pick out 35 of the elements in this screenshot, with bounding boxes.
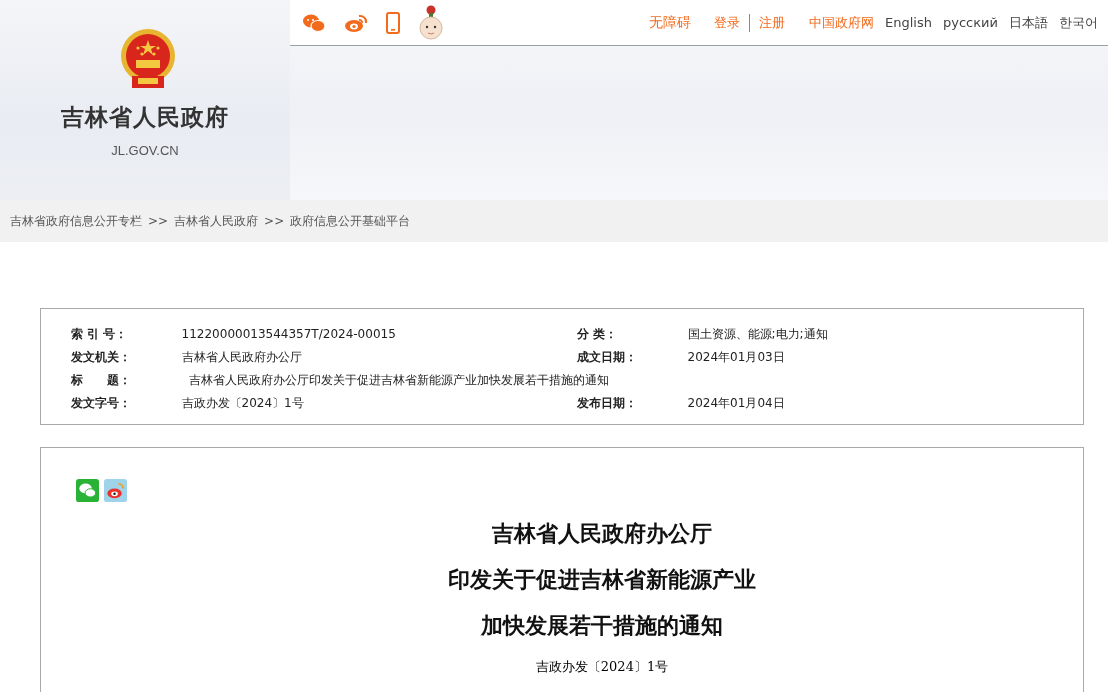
wechat-share-icon[interactable] bbox=[76, 479, 99, 502]
info-value: 2024年01月04日 bbox=[687, 394, 786, 412]
info-value: 吉林省人民政府办公厅印发关于促进吉林省新能源产业加快发展若干措施的通知 bbox=[189, 371, 609, 389]
info-label: 成文日期： bbox=[577, 348, 638, 366]
document-number: 吉政办发〔2024〕1号 bbox=[535, 658, 669, 676]
breadcrumb-link[interactable]: 吉林省政府信息公开专栏 bbox=[10, 212, 142, 230]
info-label: 发布日期： bbox=[577, 394, 638, 412]
info-label: 发文字号： bbox=[71, 394, 132, 412]
article-title: 印发关于促进吉林省新能源产业 bbox=[448, 565, 756, 594]
info-value: 11220000013544357T/2024-00015 bbox=[181, 327, 397, 341]
article-title: 吉林省人民政府办公厅 bbox=[492, 519, 712, 548]
chat-bubbles-icon[interactable] bbox=[302, 12, 326, 33]
breadcrumb-separator: >> bbox=[148, 214, 169, 228]
info-label: 标 题： bbox=[71, 371, 132, 389]
info-label: 索 引 号： bbox=[71, 325, 129, 343]
info-value: 2024年01月03日 bbox=[687, 348, 786, 366]
phone-icon[interactable] bbox=[386, 11, 400, 34]
weibo-icon[interactable] bbox=[344, 12, 368, 33]
site-domain: JL.GOV.CN bbox=[111, 143, 179, 158]
info-value: 吉政办发〔2024〕1号 bbox=[181, 394, 305, 412]
article-title: 加快发展若干措施的通知 bbox=[481, 611, 723, 640]
site-name: 吉林省人民政府 bbox=[61, 103, 229, 132]
baby-face-icon[interactable] bbox=[418, 3, 444, 42]
top-link[interactable]: 日本語 bbox=[1009, 13, 1048, 32]
info-value: 吉林省人民政府办公厅 bbox=[181, 348, 303, 366]
breadcrumb-link[interactable]: 吉林省人民政府 bbox=[174, 212, 259, 230]
info-value: 国土资源、能源;电力;通知 bbox=[687, 325, 829, 343]
weibo-share-icon[interactable] bbox=[104, 479, 127, 502]
top-link[interactable]: русский bbox=[943, 15, 998, 30]
top-link[interactable]: 한국어 bbox=[1059, 13, 1098, 32]
info-label: 发文机关： bbox=[71, 348, 132, 366]
breadcrumb-link[interactable]: 政府信息公开基础平台 bbox=[290, 212, 411, 230]
breadcrumb-separator: >> bbox=[264, 214, 285, 228]
info-label: 分 类： bbox=[577, 325, 619, 343]
top-link[interactable]: English bbox=[885, 15, 932, 30]
